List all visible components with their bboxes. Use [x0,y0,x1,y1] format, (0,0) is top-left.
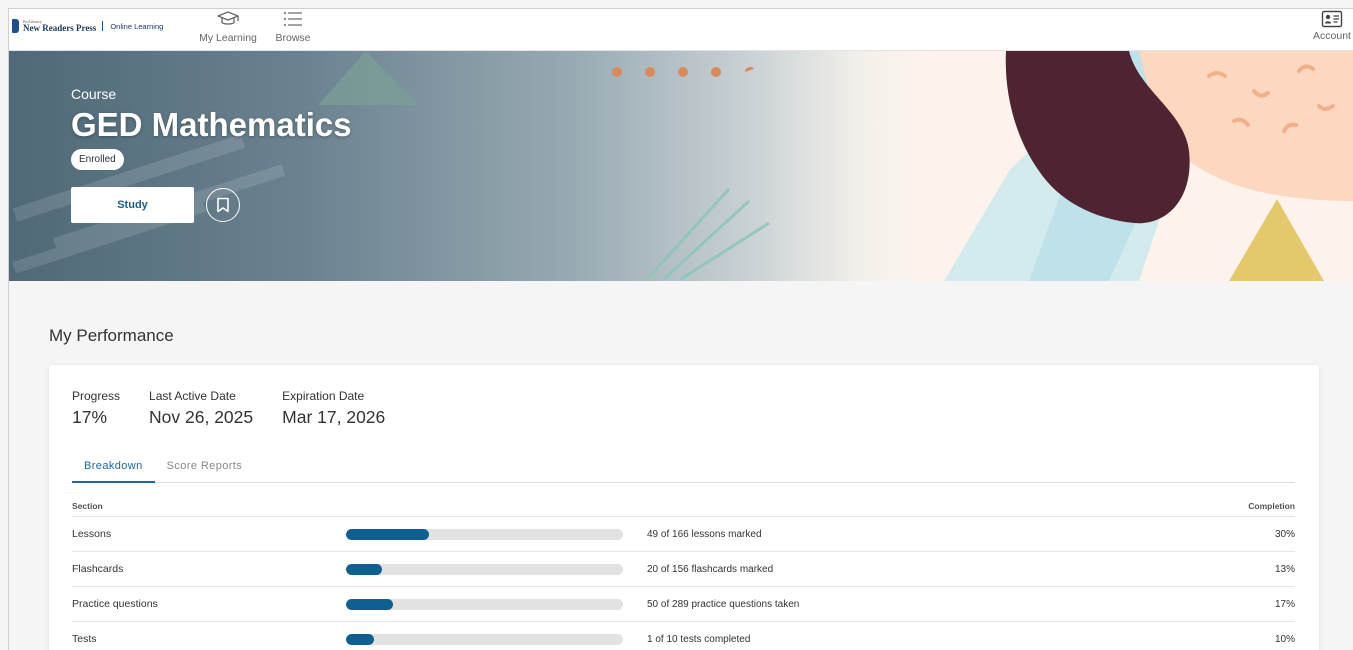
row-completion: 17% [1274,598,1295,610]
table-row: Practice questions 50 of 289 practice qu… [72,587,1295,622]
nav-my-learning[interactable]: My Learning [198,9,258,51]
performance-card: Progress 17% Last Active Date Nov 26, 20… [49,365,1319,650]
row-detail: 49 of 166 lessons marked [647,528,762,540]
hero-actions: Study [71,187,352,223]
logo-brand-text: New Readers Press [23,22,97,33]
row-detail: 20 of 156 flashcards marked [647,563,774,575]
performance-tabs: Breakdown Score Reports [72,453,1295,483]
performance-heading: My Performance [49,326,174,345]
stat-value: Mar 17, 2026 [282,407,386,427]
row-section: Practice questions [72,598,158,610]
column-header-completion: Completion [1248,500,1295,511]
table-row: Lessons 49 of 166 lessons marked 30% [72,517,1295,552]
column-header-section: Section [72,500,103,511]
list-icon [284,12,302,26]
id-card-icon [1321,10,1343,28]
nav-account[interactable]: Account [1311,9,1353,51]
progress-fill [346,633,374,645]
stat-label: Last Active Date [149,389,236,403]
tab-score-reports[interactable]: Score Reports [155,453,255,483]
row-completion: 10% [1274,633,1295,645]
row-section: Flashcards [72,563,124,575]
top-bar: ProLiteracy New Readers Press Online Lea… [9,9,1353,51]
study-button[interactable]: Study [71,187,194,223]
logo-divider [102,21,104,31]
course-eyebrow: Course [71,86,117,102]
row-detail: 50 of 289 practice questions taken [647,598,800,610]
table-row: Flashcards 20 of 156 flashcards marked 1… [72,552,1295,587]
stat-expiration: Expiration Date Mar 17, 2026 [282,389,385,428]
stat-last-active: Last Active Date Nov 26, 2025 [149,389,253,428]
progress-bar [346,563,623,575]
nav-my-learning-label: My Learning [199,32,257,44]
bookmark-button[interactable] [206,188,240,222]
row-section: Tests [72,633,97,645]
hero-content: Course GED Mathematics Enrolled Study [71,86,352,223]
row-detail: 1 of 10 tests completed [647,633,751,645]
stat-label: Progress [72,389,121,403]
graduation-cap-icon [217,11,239,25]
nav-browse[interactable]: Browse [275,9,311,51]
stat-value: 17% [72,407,108,427]
performance-stats: Progress 17% Last Active Date Nov 26, 20… [72,389,414,428]
logo-mark-icon [12,19,19,33]
bookmark-icon [217,197,229,213]
row-completion: 30% [1274,528,1295,540]
enrolled-badge: Enrolled [71,149,124,170]
progress-fill [346,598,394,610]
row-section: Lessons [72,528,112,540]
stat-progress: Progress 17% [72,389,120,428]
row-completion: 13% [1274,563,1295,575]
progress-bar [346,528,623,540]
stat-label: Expiration Date [282,389,365,403]
logo-sub-text: Online Learning [110,21,164,31]
progress-bar [346,633,623,645]
nav-browse-label: Browse [275,32,311,44]
progress-fill [346,563,382,575]
course-hero-banner: Course GED Mathematics Enrolled Study [9,51,1353,281]
progress-bar [346,598,623,610]
tab-breakdown[interactable]: Breakdown [72,453,155,483]
breakdown-table: Section Completion Lessons 49 of 166 les… [72,495,1295,650]
logo-text: ProLiteracy New Readers Press [23,19,97,33]
brand-logo[interactable]: ProLiteracy New Readers Press Online Lea… [12,17,163,35]
table-row: Tests 1 of 10 tests completed 10% [72,622,1295,650]
stat-value: Nov 26, 2025 [149,407,254,427]
app-frame: ProLiteracy New Readers Press Online Lea… [8,8,1353,650]
table-header: Section Completion [72,495,1295,517]
nav-account-label: Account [1313,30,1351,42]
course-title: GED Mathematics [71,106,352,143]
progress-fill [346,528,430,540]
